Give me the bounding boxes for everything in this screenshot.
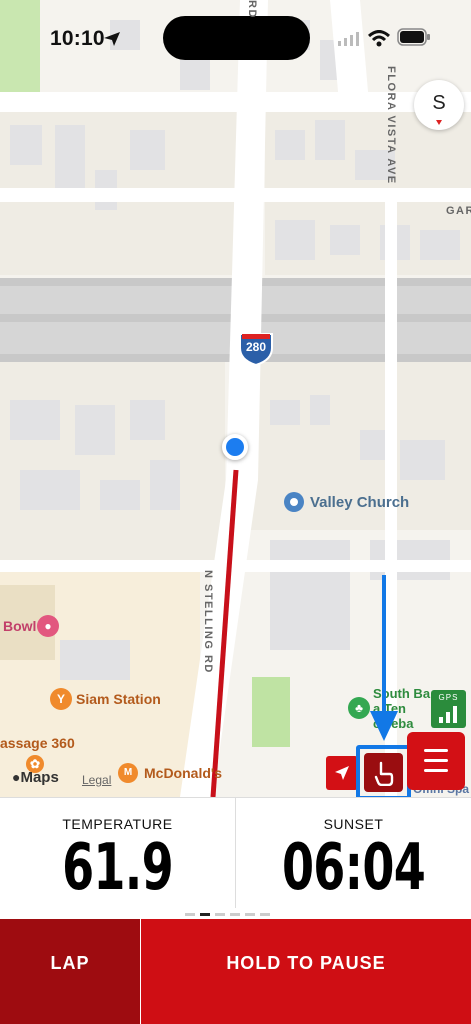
restaurant-icon: Y [50, 688, 72, 710]
compass-heading: S [432, 92, 446, 114]
stat-label: SUNSET [323, 816, 384, 832]
compass-button[interactable]: S [414, 80, 464, 130]
status-bar: 10:10 [0, 0, 471, 76]
legal-link[interactable]: Legal [82, 773, 111, 787]
annotation-arrow-icon [370, 575, 398, 741]
stat-temperature[interactable]: TEMPERATURE 61.9 [0, 798, 235, 908]
bottom-action-bar: LAP HOLD TO PAUSE [0, 919, 471, 1024]
status-time: 10:10 [50, 27, 105, 50]
poi-mcdonalds[interactable]: McDonald's [144, 765, 222, 781]
recenter-button[interactable] [326, 756, 358, 790]
page-dot [185, 913, 195, 916]
touch-lock-button[interactable] [364, 753, 403, 792]
hand-pointer-icon [374, 761, 394, 786]
user-location-dot [222, 434, 248, 460]
stat-value: 06:04 [281, 831, 426, 905]
road-label-flora-vista: FLORA VISTA AVE [385, 66, 397, 185]
highway-shield-number: 280 [246, 340, 267, 354]
hamburger-icon [424, 749, 448, 752]
location-arrow-icon [104, 32, 120, 46]
page-dot [260, 913, 270, 916]
lap-button[interactable]: LAP [0, 919, 140, 1024]
poi-massage[interactable]: assage 360 [0, 735, 75, 751]
page-dot [215, 913, 225, 916]
stat-value: 61.9 [62, 831, 174, 905]
navigation-arrow-icon [335, 766, 349, 780]
road-label-n-stelling: N STELLING RD [202, 570, 214, 674]
mcdonalds-icon: M [118, 763, 138, 783]
road-label-gar: GAR [446, 205, 471, 217]
cellular-signal-icon [338, 32, 359, 46]
poi-bowl[interactable]: Bowl [3, 618, 36, 634]
stat-label: TEMPERATURE [62, 816, 173, 832]
dynamic-island [163, 16, 310, 60]
apple-maps-logo: ●Maps [12, 769, 59, 786]
page-dot [245, 913, 255, 916]
menu-button[interactable] [407, 732, 465, 790]
poi-siam-station[interactable]: Siam Station [76, 691, 161, 707]
hold-to-pause-button[interactable]: HOLD TO PAUSE [141, 919, 471, 1024]
road-label-rd: RD [246, 0, 258, 19]
stat-sunset[interactable]: SUNSET 06:04 [236, 798, 471, 908]
page-dot [230, 913, 240, 916]
gps-signal-indicator: GPS [431, 690, 466, 728]
page-dot [200, 913, 210, 916]
signal-bars-icon [439, 706, 457, 723]
poi-valley-church[interactable]: Valley Church [310, 494, 409, 511]
map-view[interactable]: 280 10:10 S RD FLORA VISTA AVE GAR N STE… [0, 0, 471, 797]
stats-panel[interactable]: TEMPERATURE 61.9 SUNSET 06:04 [0, 797, 471, 919]
battery-icon [397, 28, 430, 46]
wifi-icon [368, 30, 390, 47]
compass-needle-icon [436, 120, 442, 125]
bowling-icon: ● [37, 615, 59, 637]
